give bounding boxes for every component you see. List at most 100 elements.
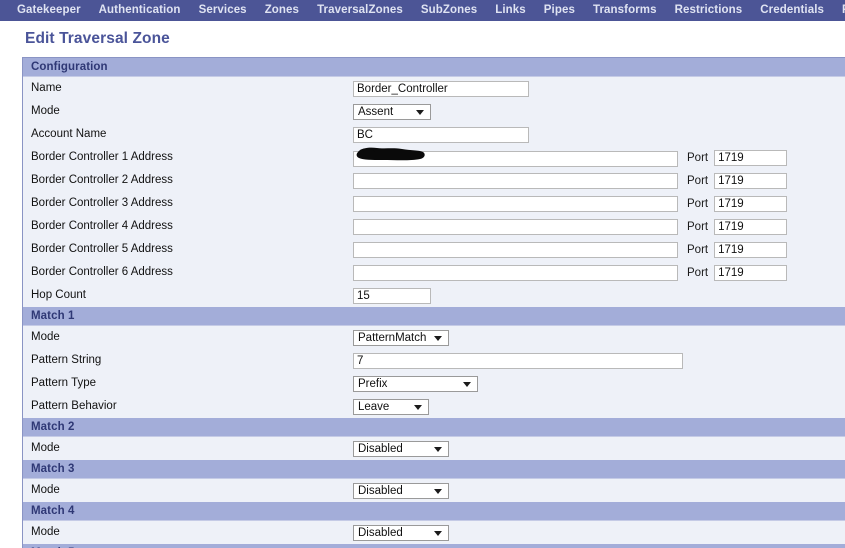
match2-mode-value: Disabled: [358, 442, 403, 455]
label-hop-count: Hop Count: [31, 289, 86, 301]
chevron-down-icon: [414, 404, 422, 410]
row-match1-pattern-type: Pattern Type Prefix: [23, 372, 845, 395]
field-name: [353, 80, 529, 97]
address-wrapper-1: [353, 147, 678, 167]
border-controller-1-address-input[interactable]: [353, 150, 678, 167]
nav-item-authentication[interactable]: Authentication: [90, 0, 190, 21]
nav-item-services[interactable]: Services: [190, 0, 256, 21]
port-label-1: Port: [687, 151, 709, 164]
nav-item-links[interactable]: Links: [486, 0, 535, 21]
border-controller-3-address-input[interactable]: [353, 195, 678, 212]
row-hop-count: Hop Count: [23, 284, 845, 307]
field-border-controller-3: Port: [353, 195, 788, 212]
mode-select-config[interactable]: Assent: [353, 103, 431, 120]
match1-pattern-string-input[interactable]: [353, 352, 683, 369]
field-border-controller-5: Port: [353, 241, 788, 258]
mode-select-config-value: Assent: [358, 105, 394, 118]
label-match3-mode: Mode: [31, 484, 60, 496]
match1-pattern-type-value: Prefix: [358, 377, 388, 390]
port-label-2: Port: [687, 174, 709, 187]
chevron-down-icon: [434, 530, 442, 536]
label-account-name: Account Name: [31, 128, 107, 140]
chevron-down-icon: [416, 109, 424, 115]
label-border-controller-5: Border Controller 5 Address: [31, 243, 173, 255]
row-border-controller-4: Border Controller 4 Address Port: [23, 215, 845, 238]
label-border-controller-6: Border Controller 6 Address: [31, 266, 173, 278]
match3-mode-value: Disabled: [358, 484, 403, 497]
account-name-input[interactable]: [353, 126, 529, 143]
nav-item-subzones[interactable]: SubZones: [412, 0, 486, 21]
label-match1-pattern-type: Pattern Type: [31, 377, 96, 389]
border-controller-6-port-input[interactable]: [714, 264, 788, 281]
match3-mode-select[interactable]: Disabled: [353, 482, 449, 499]
row-border-controller-2: Border Controller 2 Address Port: [23, 169, 845, 192]
section-header-match-1: Match 1: [23, 307, 845, 326]
field-match1-pattern-behavior: Leave: [353, 398, 429, 415]
field-border-controller-4: Port: [353, 218, 788, 235]
nav-item-traversalzones[interactable]: TraversalZones: [308, 0, 412, 21]
field-border-controller-1: Port: [353, 147, 788, 167]
row-border-controller-1: Border Controller 1 Address Port: [23, 146, 845, 169]
top-navigation-bar: Gatekeeper Authentication Services Zones…: [0, 0, 845, 21]
label-match2-mode: Mode: [31, 442, 60, 454]
port-label-3: Port: [687, 197, 709, 210]
nav-item-transforms[interactable]: Transforms: [584, 0, 666, 21]
field-border-controller-2: Port: [353, 172, 788, 189]
match1-pattern-type-select[interactable]: Prefix: [353, 375, 478, 392]
border-controller-2-port-input[interactable]: [714, 172, 788, 189]
match1-pattern-behavior-value: Leave: [358, 400, 390, 413]
row-match1-mode: Mode PatternMatch: [23, 326, 845, 349]
border-controller-4-address-input[interactable]: [353, 218, 678, 235]
chevron-down-icon: [434, 335, 442, 341]
row-match3-mode: Mode Disabled: [23, 479, 845, 502]
nav-item-gatekeeper[interactable]: Gatekeeper: [8, 0, 90, 21]
row-border-controller-3: Border Controller 3 Address Port: [23, 192, 845, 215]
row-border-controller-5: Border Controller 5 Address Port: [23, 238, 845, 261]
page-body: Edit Traversal Zone Configuration Name M…: [0, 21, 845, 548]
border-controller-2-address-input[interactable]: [353, 172, 678, 189]
field-account-name: [353, 126, 529, 143]
match4-mode-select[interactable]: Disabled: [353, 524, 449, 541]
match1-mode-value: PatternMatch: [358, 331, 427, 344]
page-title: Edit Traversal Zone: [25, 30, 170, 47]
border-controller-4-port-input[interactable]: [714, 218, 788, 235]
section-header-configuration: Configuration: [23, 58, 845, 77]
match1-pattern-behavior-select[interactable]: Leave: [353, 398, 429, 415]
border-controller-1-port-input[interactable]: [714, 149, 788, 166]
nav-item-zones[interactable]: Zones: [256, 0, 308, 21]
label-mode-config: Mode: [31, 105, 60, 117]
border-controller-5-port-input[interactable]: [714, 241, 788, 258]
port-label-6: Port: [687, 266, 709, 279]
chevron-down-icon: [434, 446, 442, 452]
match1-mode-select[interactable]: PatternMatch: [353, 329, 449, 346]
row-match4-mode: Mode Disabled: [23, 521, 845, 544]
label-match4-mode: Mode: [31, 526, 60, 538]
field-mode-config: Assent: [353, 103, 431, 120]
border-controller-3-port-input[interactable]: [714, 195, 788, 212]
label-border-controller-2: Border Controller 2 Address: [31, 174, 173, 186]
nav-item-files[interactable]: Files: [833, 0, 845, 21]
port-label-4: Port: [687, 220, 709, 233]
label-border-controller-4: Border Controller 4 Address: [31, 220, 173, 232]
match2-mode-select[interactable]: Disabled: [353, 440, 449, 457]
name-input[interactable]: [353, 80, 529, 97]
field-match1-pattern-type: Prefix: [353, 375, 478, 392]
nav-item-pipes[interactable]: Pipes: [535, 0, 584, 21]
row-mode-config: Mode Assent: [23, 100, 845, 123]
field-match1-mode: PatternMatch: [353, 329, 449, 346]
nav-item-credentials[interactable]: Credentials: [751, 0, 833, 21]
hop-count-input[interactable]: [353, 287, 431, 304]
nav-item-restrictions[interactable]: Restrictions: [666, 0, 752, 21]
label-match1-pattern-string: Pattern String: [31, 354, 102, 366]
border-controller-5-address-input[interactable]: [353, 241, 678, 258]
section-header-match-2: Match 2: [23, 418, 845, 437]
chevron-down-icon: [434, 488, 442, 494]
border-controller-6-address-input[interactable]: [353, 264, 678, 281]
row-border-controller-6: Border Controller 6 Address Port: [23, 261, 845, 284]
row-name: Name: [23, 77, 845, 100]
section-header-match-4: Match 4: [23, 502, 845, 521]
page-root: Gatekeeper Authentication Services Zones…: [0, 0, 845, 548]
label-match1-mode: Mode: [31, 331, 60, 343]
field-hop-count: [353, 287, 431, 304]
field-border-controller-6: Port: [353, 264, 788, 281]
